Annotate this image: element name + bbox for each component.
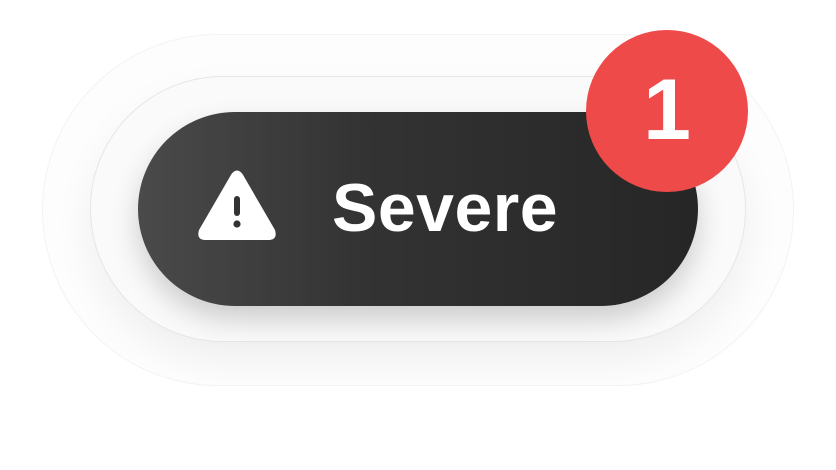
canvas: Severe 1 — [0, 0, 836, 470]
badge-count: 1 — [643, 62, 691, 158]
severity-label: Severe — [332, 170, 559, 246]
warning-triangle-icon — [198, 170, 276, 240]
notification-count-badge: 1 — [586, 30, 748, 192]
